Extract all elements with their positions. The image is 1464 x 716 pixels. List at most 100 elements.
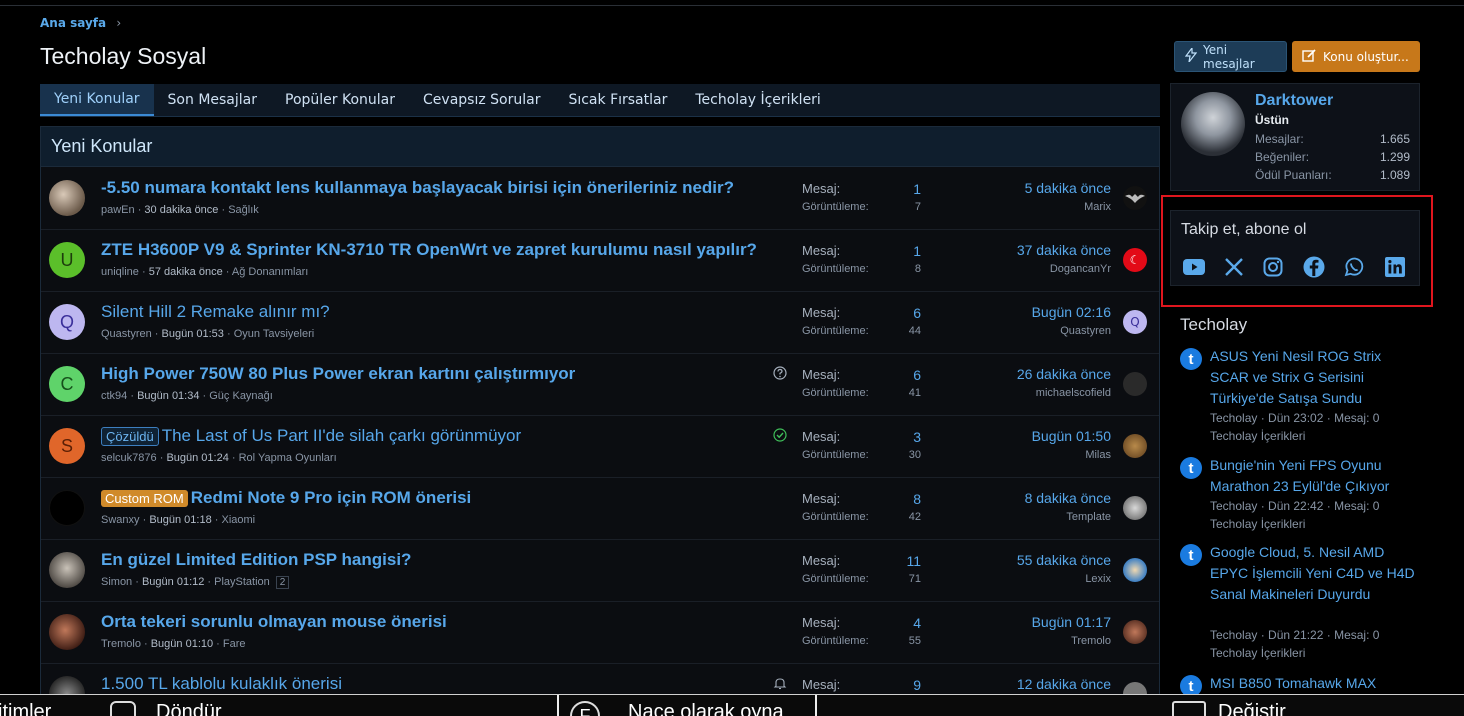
thread-row[interactable]: Orta tekeri sorunlu olmayan mouse öneris… bbox=[41, 602, 1159, 664]
tab-unanswered[interactable]: Cevapsız Sorular bbox=[409, 84, 554, 116]
last-poster-avatar[interactable] bbox=[1123, 620, 1147, 644]
last-poster-avatar[interactable]: Q bbox=[1123, 310, 1147, 334]
last-poster-avatar[interactable] bbox=[1123, 496, 1147, 520]
thread-row[interactable]: U ZTE H3600P V9 & Sprinter KN-3710 TR Op… bbox=[41, 230, 1159, 292]
last-post-user[interactable]: Marix bbox=[971, 201, 1111, 213]
last-post-user[interactable]: michaelscofield bbox=[971, 387, 1111, 399]
thread-title[interactable]: Orta tekeri sorunlu olmayan mouse öneris… bbox=[101, 612, 447, 632]
thread-author[interactable]: selcuk7876 bbox=[101, 452, 157, 464]
news-item[interactable]: t Google Cloud, 5. Nesil AMD EPYC İşlemc… bbox=[1180, 542, 1420, 664]
last-poster-avatar[interactable] bbox=[1123, 186, 1147, 210]
last-post-user[interactable]: Lexix bbox=[971, 573, 1111, 585]
thread-forum[interactable]: Xiaomi bbox=[221, 514, 255, 526]
thread-title-text[interactable]: Redmi Note 9 Pro için ROM önerisi bbox=[191, 488, 472, 507]
create-thread-button[interactable]: Konu oluştur... bbox=[1292, 41, 1420, 72]
last-post-time[interactable]: Bugün 01:50 bbox=[971, 428, 1111, 444]
thread-forum[interactable]: Rol Yapma Oyunları bbox=[239, 452, 337, 464]
bottom-item-change[interactable]: Değiştir bbox=[1218, 701, 1286, 716]
thread-author[interactable]: Quastyren bbox=[101, 328, 152, 340]
last-post-user[interactable]: Tremolo bbox=[971, 635, 1111, 647]
thread-title[interactable]: Silent Hill 2 Remake alınır mı? bbox=[101, 302, 330, 322]
thread-title[interactable]: 1.500 TL kablolu kulaklık önerisi bbox=[101, 674, 342, 694]
last-post-user[interactable]: Milas bbox=[971, 449, 1111, 461]
last-post-time[interactable]: 12 dakika önce bbox=[971, 676, 1111, 692]
user-name[interactable]: Darktower bbox=[1255, 92, 1333, 110]
news-item[interactable]: t ASUS Yeni Nesil ROG Strix SCAR ve Stri… bbox=[1180, 346, 1420, 446]
last-post-time[interactable]: 26 dakika önce bbox=[971, 366, 1111, 382]
page-link[interactable]: 2 bbox=[275, 576, 290, 589]
thread-title[interactable]: Custom ROM Redmi Note 9 Pro için ROM öner… bbox=[101, 488, 471, 508]
thread-row[interactable]: C High Power 750W 80 Plus Power ekran ka… bbox=[41, 354, 1159, 416]
thread-row[interactable]: Custom ROM Redmi Note 9 Pro için ROM öner… bbox=[41, 478, 1159, 540]
last-poster-avatar[interactable] bbox=[1123, 434, 1147, 458]
avatar[interactable] bbox=[49, 552, 85, 588]
last-post-user[interactable]: DogancanYr bbox=[971, 263, 1111, 275]
tab-new-threads[interactable]: Yeni Konular bbox=[40, 84, 154, 116]
last-post-time[interactable]: 55 dakika önce bbox=[971, 552, 1111, 568]
last-poster-avatar[interactable]: ☾ bbox=[1123, 248, 1147, 272]
last-post-user[interactable]: Template bbox=[971, 511, 1111, 523]
avatar[interactable]: S bbox=[49, 428, 85, 464]
thread-forum[interactable]: Fare bbox=[223, 638, 246, 650]
news-title[interactable]: Bungie'nin Yeni FPS Oyunu Marathon 23 Ey… bbox=[1210, 455, 1420, 497]
news-title[interactable]: Google Cloud, 5. Nesil AMD EPYC İşlemcil… bbox=[1210, 542, 1420, 605]
news-item[interactable]: t Bungie'nin Yeni FPS Oyunu Marathon 23 … bbox=[1180, 455, 1420, 535]
last-poster-avatar[interactable] bbox=[1123, 372, 1147, 396]
last-post-time[interactable]: Bugün 02:16 bbox=[971, 304, 1111, 320]
thread-title[interactable]: Çözüldü The Last of Us Part II'de silah ç… bbox=[101, 426, 521, 446]
avatar[interactable] bbox=[49, 676, 85, 695]
last-poster-avatar[interactable] bbox=[1123, 558, 1147, 582]
news-title[interactable]: MSI B850 Tomahawk MAX bbox=[1210, 673, 1420, 694]
last-post-time[interactable]: Bugün 01:17 bbox=[971, 614, 1111, 630]
thread-title[interactable]: ZTE H3600P V9 & Sprinter KN-3710 TR Open… bbox=[101, 240, 757, 260]
solved-prefix-badge[interactable]: Çözüldü bbox=[101, 427, 159, 446]
thread-title[interactable]: High Power 750W 80 Plus Power ekran kart… bbox=[101, 364, 575, 384]
tab-hot-deals[interactable]: Sıcak Fırsatlar bbox=[554, 84, 681, 116]
last-post-user[interactable]: Quastyren bbox=[971, 325, 1111, 337]
last-post-time[interactable]: 37 dakika önce bbox=[971, 242, 1111, 258]
thread-title[interactable]: -5.50 numara kontakt lens kullanmaya baş… bbox=[101, 178, 734, 198]
breadcrumb-home[interactable]: Ana sayfa bbox=[40, 16, 106, 30]
thread-row[interactable]: Q Silent Hill 2 Remake alınır mı? Quasty… bbox=[41, 292, 1159, 354]
thread-row[interactable]: -5.50 numara kontakt lens kullanmaya baş… bbox=[41, 168, 1159, 230]
thread-author[interactable]: Tremolo bbox=[101, 638, 141, 650]
new-messages-button[interactable]: Yeni mesajlar bbox=[1174, 41, 1287, 72]
thread-forum[interactable]: Oyun Tavsiyeleri bbox=[234, 328, 315, 340]
thread-row[interactable]: En güzel Limited Edition PSP hangisi? Si… bbox=[41, 540, 1159, 602]
thread-forum[interactable]: Ağ Donanımları bbox=[232, 266, 308, 278]
thread-title-text[interactable]: The Last of Us Part II'de silah çarkı gö… bbox=[162, 426, 521, 445]
thread-forum[interactable]: Sağlık bbox=[228, 204, 259, 216]
last-post-time[interactable]: 8 dakika önce bbox=[971, 490, 1111, 506]
thread-author[interactable]: Swanxy bbox=[101, 514, 140, 526]
thread-author[interactable]: pawEn bbox=[101, 204, 135, 216]
thread-author[interactable]: Simon bbox=[101, 576, 132, 588]
thread-forum[interactable]: PlayStation bbox=[214, 576, 270, 588]
thread-row[interactable]: 1.500 TL kablolu kulaklık önerisi Mesaj:… bbox=[41, 664, 1159, 695]
avatar[interactable]: U bbox=[49, 242, 85, 278]
avatar[interactable]: C bbox=[49, 366, 85, 402]
news-item[interactable]: t MSI B850 Tomahawk MAX bbox=[1180, 673, 1420, 695]
custom-rom-prefix-badge[interactable]: Custom ROM bbox=[101, 490, 188, 507]
avatar[interactable]: Q bbox=[49, 304, 85, 340]
bottom-item-rotate[interactable]: Döndür bbox=[156, 701, 222, 716]
thread-title[interactable]: En güzel Limited Edition PSP hangisi? bbox=[101, 550, 411, 570]
bottom-item-play[interactable]: Nace olarak oyna bbox=[628, 701, 784, 716]
thread-forum[interactable]: Güç Kaynağı bbox=[209, 390, 273, 402]
last-post-time[interactable]: 5 dakika önce bbox=[971, 180, 1111, 196]
tab-techolay-content[interactable]: Techolay İçerikleri bbox=[681, 84, 834, 116]
avatar[interactable] bbox=[49, 490, 85, 526]
news-title[interactable]: ASUS Yeni Nesil ROG Strix SCAR ve Strix … bbox=[1210, 346, 1420, 409]
avatar[interactable] bbox=[49, 614, 85, 650]
avatar[interactable] bbox=[49, 180, 85, 216]
thread-row[interactable]: S Çözüldü The Last of Us Part II'de silah… bbox=[41, 416, 1159, 478]
news-forum[interactable]: Techolay İçerikleri bbox=[1210, 427, 1420, 445]
thread-author[interactable]: uniqline bbox=[101, 266, 139, 278]
tab-popular-threads[interactable]: Popüler Konular bbox=[271, 84, 409, 116]
user-avatar[interactable] bbox=[1181, 92, 1245, 156]
tab-recent-posts[interactable]: Son Mesajlar bbox=[154, 84, 271, 116]
news-forum[interactable]: Techolay İçerikleri bbox=[1210, 515, 1420, 533]
views-count: 7 bbox=[914, 201, 921, 213]
thread-author[interactable]: ctk94 bbox=[101, 390, 127, 402]
bottom-item-1[interactable]: itimler bbox=[0, 701, 51, 716]
news-forum[interactable]: Techolay İçerikleri bbox=[1210, 644, 1420, 662]
